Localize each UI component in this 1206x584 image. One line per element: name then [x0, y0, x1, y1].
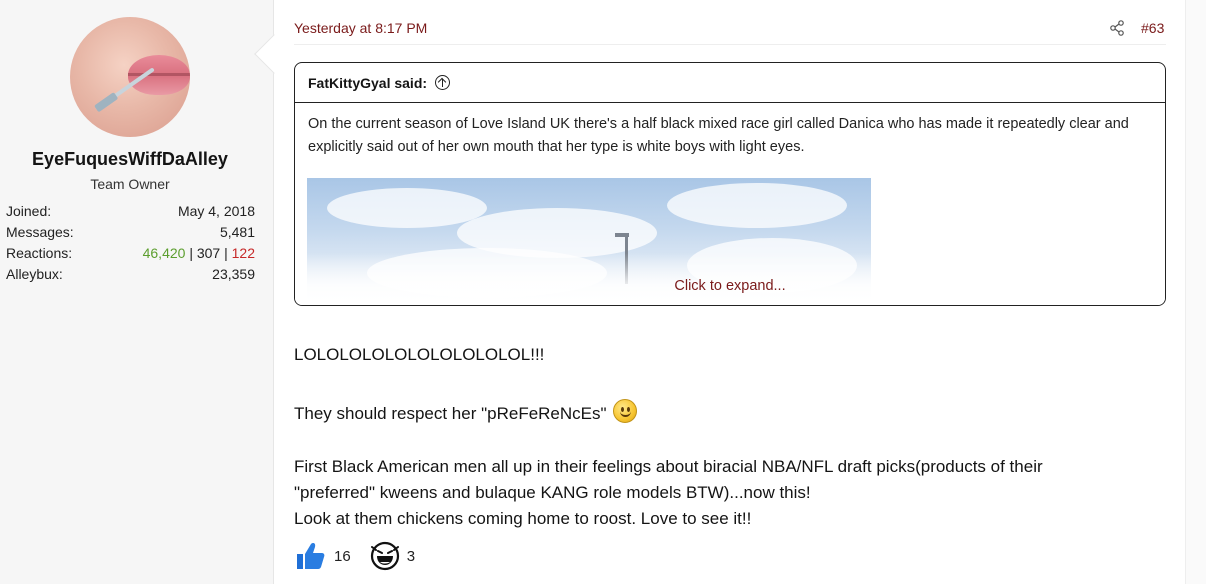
smiley-icon [612, 399, 637, 423]
stat-value: 46,420 | 307 | 122 [143, 243, 255, 264]
stat-alleybux: Alleybux: 23,359 [6, 264, 255, 285]
reactions-neutral: 307 [196, 245, 221, 261]
post-date[interactable]: Yesterday at 8:17 PM [294, 20, 427, 36]
reactions-bar: 16 3 [294, 538, 415, 574]
quote-text: On the current season of Love Island UK … [308, 116, 1129, 155]
stat-value: 23,359 [212, 266, 255, 282]
post-line: First Black American men all up in their… [294, 457, 1043, 476]
post-line: "preferred" kweens and bulaque KANG role… [294, 483, 811, 502]
stat-joined: Joined: May 4, 2018 [6, 201, 255, 222]
share-icon[interactable] [1109, 20, 1125, 36]
post-line: They should respect her "pReFeReNcEs" [294, 399, 637, 427]
stat-value: May 4, 2018 [177, 203, 255, 219]
quote-author[interactable]: FatKittyGyal said: [308, 75, 427, 91]
user-stats: Joined: May 4, 2018 Messages: 5,481 Reac… [6, 201, 255, 285]
stat-label: Alleybux: [6, 266, 63, 282]
post-line: Look at them chickens coming home to roo… [294, 509, 752, 528]
quote-block: FatKittyGyal said: On the current season… [294, 62, 1166, 306]
avatar[interactable] [70, 17, 190, 137]
post-main: Yesterday at 8:17 PM #63 FatKittyGyal sa… [275, 0, 1185, 584]
post-line: LOLOLOLOLOLOLOLOLOLOL!!! [294, 345, 545, 364]
stat-label: Reactions: [6, 245, 73, 261]
stat-label: Joined: [6, 203, 52, 219]
stat-value[interactable]: 5,481 [220, 222, 255, 243]
header-divider [294, 44, 1166, 45]
reactions-positive: 46,420 [142, 245, 186, 261]
laughing-face-icon[interactable] [369, 540, 401, 572]
stat-label: Messages: [6, 224, 74, 240]
arrow-up-circle-icon[interactable] [435, 75, 451, 90]
page-edge [1185, 0, 1206, 584]
stat-reactions: Reactions: 46,420 | 307 | 122 [6, 243, 255, 264]
reactions-separator: | [220, 245, 232, 261]
thumbs-up-icon[interactable] [294, 539, 328, 573]
quote-header: FatKittyGyal said: [295, 63, 1165, 103]
stat-messages: Messages: 5,481 [6, 222, 255, 243]
user-title: Team Owner [90, 176, 170, 192]
expand-quote-link[interactable]: Click to expand... [295, 278, 1165, 294]
like-count[interactable]: 16 [334, 548, 351, 565]
username[interactable]: EyeFuquesWiffDaAlley [0, 149, 260, 170]
user-sidebar: EyeFuquesWiffDaAlley Team Owner Joined: … [0, 0, 294, 584]
avatar-lips-graphic [128, 55, 190, 95]
reactions-separator: | [185, 245, 197, 261]
reactions-negative: 122 [231, 245, 255, 261]
post-line-text: They should respect her "pReFeReNcEs" [294, 404, 607, 423]
laugh-count[interactable]: 3 [407, 548, 415, 565]
post-number[interactable]: #63 [1141, 20, 1164, 36]
